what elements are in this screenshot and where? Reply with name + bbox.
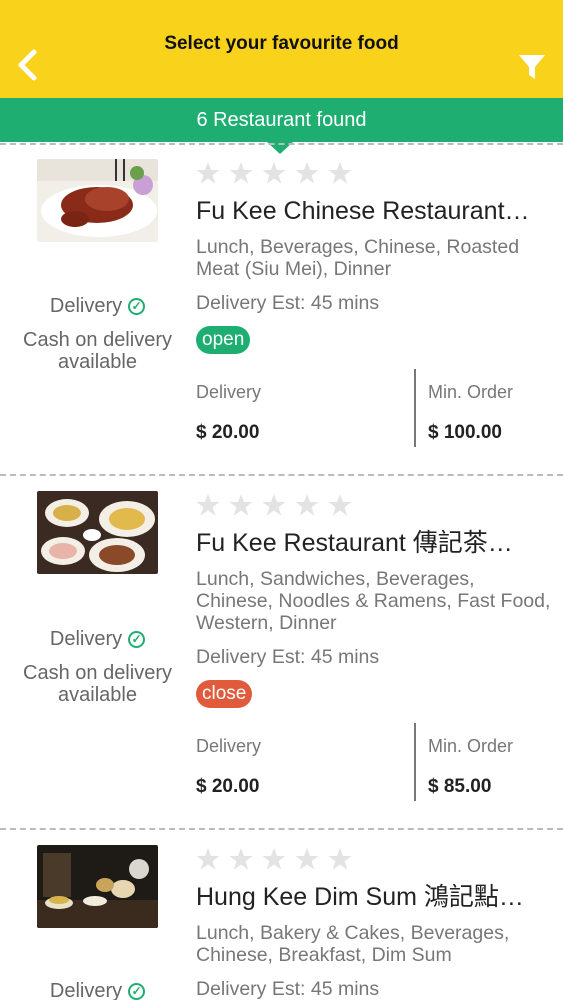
delivery-fee-label: Delivery <box>196 736 262 756</box>
min-order-value: $ 85.00 <box>428 776 492 797</box>
min-order: Min. Order $ 100.00 <box>428 381 513 444</box>
restaurant-card[interactable]: Delivery ✓ Cash on delivery available Fu… <box>0 476 563 829</box>
rating-stars <box>196 493 556 517</box>
delivery-fee: Delivery $ 20.00 <box>196 735 261 798</box>
delivery-label: Delivery <box>49 295 123 317</box>
restaurant-thumbnail <box>37 491 158 574</box>
star-icon <box>295 494 319 516</box>
star-icon <box>262 848 286 870</box>
cuisine-list: Lunch, Bakery & Cakes, Beverages, Chines… <box>196 922 510 966</box>
delivery-fee-value: $ 20.00 <box>196 422 260 443</box>
rating-stars <box>196 847 556 871</box>
cash-on-delivery-label: Cash on delivery available <box>23 662 172 706</box>
star-icon <box>229 494 253 516</box>
fee-summary: Delivery $ 20.00 Min. Order $ 100.00 <box>196 369 556 459</box>
min-order-label: Min. Order <box>428 736 514 756</box>
star-icon <box>229 848 253 870</box>
star-icon <box>196 848 220 870</box>
restaurant-name[interactable]: Fu Kee Restaurant 傳記茶… <box>196 528 554 558</box>
page-title: Select your favourite food <box>164 33 399 54</box>
star-icon <box>295 162 319 184</box>
delivery-estimate: Delivery Est: 45 mins <box>196 978 380 1000</box>
vertical-divider <box>414 723 416 801</box>
restaurant-thumbnail <box>37 845 158 928</box>
min-order-label: Min. Order <box>428 382 514 402</box>
cuisine-list: Lunch, Sandwiches, Beverages, Chinese, N… <box>196 568 551 634</box>
restaurant-details: Hung Kee Dim Sum 鴻記點… Lunch, Bakery & Ca… <box>196 847 556 1000</box>
restaurant-thumbnail <box>37 159 158 242</box>
star-icon <box>328 848 352 870</box>
check-circle-icon: ✓ <box>128 982 146 1000</box>
restaurant-details: Fu Kee Chinese Restaurant… Lunch, Bevera… <box>196 161 556 354</box>
payment-info: Delivery ✓ Cash on delivery available <box>0 628 195 706</box>
status-badge: open <box>196 326 251 354</box>
cash-on-delivery-label: Cash on delivery available <box>23 329 172 373</box>
top-app-bar: Select your favourite food <box>0 0 563 98</box>
vertical-divider <box>414 369 416 447</box>
star-icon <box>328 494 352 516</box>
star-icon <box>229 162 253 184</box>
delivery-fee-value: $ 20.00 <box>196 776 260 797</box>
delivery-available: Delivery ✓ <box>0 295 195 317</box>
star-icon <box>262 494 286 516</box>
delivery-label: Delivery <box>49 980 123 1000</box>
delivery-fee: Delivery $ 20.00 <box>196 381 261 444</box>
restaurant-card[interactable]: Delivery ✓ Cash on delivery available Fu… <box>0 145 563 475</box>
check-circle-icon: ✓ <box>128 630 146 648</box>
restaurant-details: Fu Kee Restaurant 傳記茶… Lunch, Sandwiches… <box>196 493 556 708</box>
star-icon <box>196 162 220 184</box>
star-icon <box>196 494 220 516</box>
delivery-label: Delivery <box>49 628 123 650</box>
fee-summary: Delivery $ 20.00 Min. Order $ 85.00 <box>196 723 556 813</box>
check-circle-icon: ✓ <box>128 297 146 315</box>
delivery-estimate: Delivery Est: 45 mins <box>196 292 380 314</box>
restaurant-name[interactable]: Hung Kee Dim Sum 鴻記點… <box>196 882 554 912</box>
min-order: Min. Order $ 85.00 <box>428 735 513 798</box>
delivery-available: Delivery ✓ <box>0 628 195 650</box>
star-icon <box>328 162 352 184</box>
restaurant-card[interactable]: Delivery ✓ Hung Kee Dim Sum 鴻記點… Lunch, … <box>0 830 563 1000</box>
cuisine-list: Lunch, Beverages, Chinese, Roasted Meat … <box>196 236 520 280</box>
payment-info: Delivery ✓ <box>0 980 195 1000</box>
filter-icon <box>519 55 545 79</box>
delivery-fee-label: Delivery <box>196 382 262 402</box>
payment-info: Delivery ✓ Cash on delivery available <box>0 295 195 373</box>
delivery-available: Delivery ✓ <box>0 980 195 1000</box>
status-badge: close <box>196 680 253 708</box>
filter-button[interactable] <box>515 50 549 84</box>
star-icon <box>295 848 319 870</box>
restaurant-name[interactable]: Fu Kee Chinese Restaurant… <box>196 196 554 226</box>
min-order-value: $ 100.00 <box>428 422 502 443</box>
star-icon <box>262 162 286 184</box>
rating-stars <box>196 161 556 185</box>
delivery-estimate: Delivery Est: 45 mins <box>196 646 380 668</box>
results-banner: 6 Restaurant found <box>0 98 563 142</box>
